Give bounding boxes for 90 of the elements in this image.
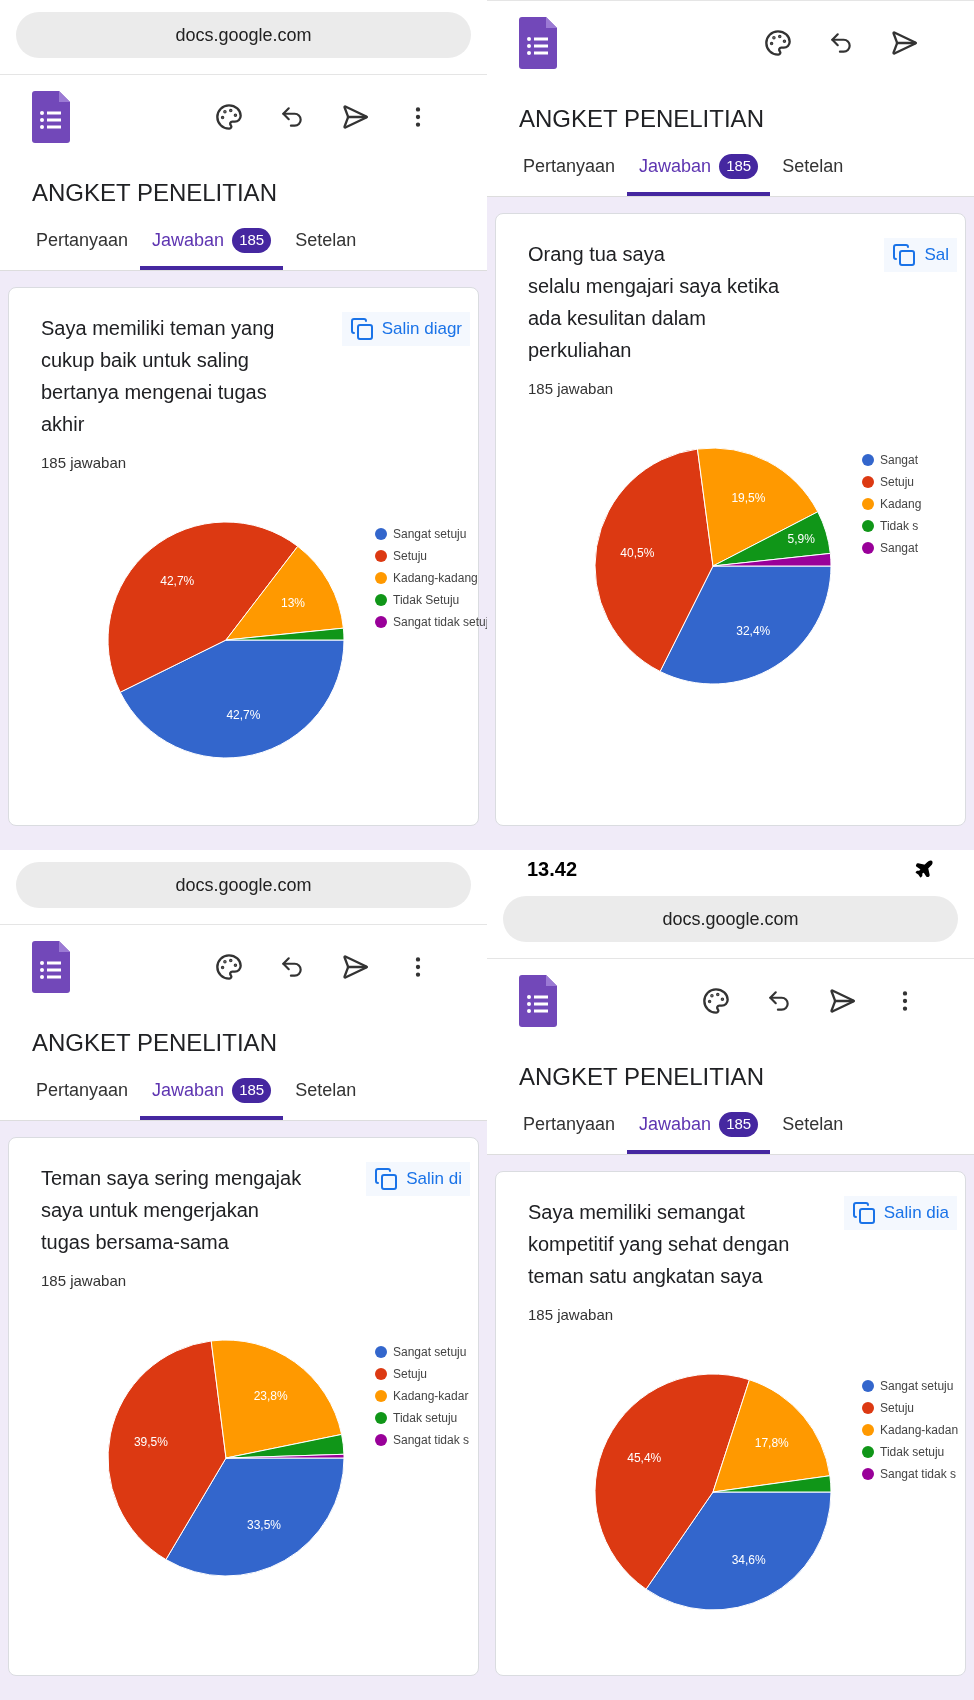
slice-label: 13% xyxy=(280,595,305,610)
count-badge: 185 xyxy=(719,1112,759,1137)
legend-label: Setuju xyxy=(880,473,915,491)
slice-label: 19,5% xyxy=(731,490,766,505)
legend-label: Kadang-kadang xyxy=(393,569,478,587)
tab[interactable]: Setelan xyxy=(283,1073,369,1120)
legend-label: Tidak Setuju xyxy=(393,591,460,609)
tab[interactable]: Pertanyaan xyxy=(24,223,141,270)
copy-icon xyxy=(851,1200,876,1225)
legend-label: Tidak setuju xyxy=(393,1409,458,1427)
legend-label: Kadang-kadan xyxy=(880,1421,959,1439)
copy-icon xyxy=(349,316,374,341)
slice-label: 39,5% xyxy=(133,1434,168,1449)
question-text: Orang tua saya selalu mengajari saya ketika ada kesulitan dalam perkuliahan xyxy=(528,242,781,363)
send-icon[interactable] xyxy=(890,29,918,57)
slice-label: 5,9% xyxy=(787,532,815,546)
palette-icon[interactable] xyxy=(215,103,243,131)
form-title: ANGKET PENELITIAN xyxy=(518,104,765,134)
response-count: 185 jawaban xyxy=(41,1271,128,1291)
palette-icon[interactable] xyxy=(764,29,792,57)
forms-logo-icon xyxy=(519,975,557,1027)
form-title: ANGKET PENELITIAN xyxy=(31,178,278,208)
legend-label: Sangat tidak s xyxy=(880,1465,957,1483)
question-text: Saya memiliki semangat kompetitif yang sehat dengan teman satu angkatan saya xyxy=(528,1200,791,1289)
legend-label: Sangat tidak setuj xyxy=(393,613,487,631)
tab[interactable]: Setelan xyxy=(283,223,369,270)
legend-label: Sangat xyxy=(880,451,919,469)
address-bar[interactable]: docs.google.com xyxy=(16,12,471,58)
forms-logo-icon xyxy=(32,941,70,993)
form-title: ANGKET PENELITIAN xyxy=(31,1028,278,1058)
slice-label: 45,4% xyxy=(627,1450,662,1465)
tab[interactable]: Setelan xyxy=(770,149,856,196)
forms-logo-icon xyxy=(32,91,70,143)
tab[interactable]: Pertanyaan xyxy=(511,149,628,196)
status-time: 13.42 xyxy=(527,857,578,882)
airplane-icon xyxy=(914,859,934,879)
question-text: Saya memiliki teman yang cukup baik untuk saling bertanya mengenai tugas akhir xyxy=(41,316,276,437)
tab[interactable]: Jawaban 185 xyxy=(140,223,284,270)
tab[interactable]: Pertanyaan xyxy=(24,1073,141,1120)
undo-icon[interactable] xyxy=(279,104,305,130)
legend-label: Setuju xyxy=(880,1399,915,1417)
send-icon[interactable] xyxy=(828,987,856,1015)
address-bar[interactable]: docs.google.com xyxy=(503,896,958,942)
count-badge: 185 xyxy=(232,1078,272,1103)
copy-icon xyxy=(892,242,917,267)
slice-label: 34,6% xyxy=(731,1552,766,1567)
slice-label: 33,5% xyxy=(247,1517,281,1532)
copy-chart-button[interactable]: Salin di xyxy=(366,1162,470,1196)
legend-label: Sangat setuju xyxy=(880,1377,954,1395)
legend-label: Tidak s xyxy=(880,517,919,535)
slice-label: 42,7% xyxy=(160,573,195,588)
copy-icon xyxy=(374,1166,399,1191)
tab[interactable]: Pertanyaan xyxy=(511,1107,628,1154)
form-title: ANGKET PENELITIAN xyxy=(518,1062,765,1092)
response-count: 185 jawaban xyxy=(528,379,615,399)
legend-label: Tidak setuju xyxy=(880,1443,945,1461)
undo-icon[interactable] xyxy=(766,988,792,1014)
legend-label: Sangat tidak s xyxy=(393,1431,470,1449)
forms-logo-icon xyxy=(519,17,557,69)
undo-icon[interactable] xyxy=(279,954,305,980)
legend-label: Kadang xyxy=(880,495,922,513)
slice-label: 17,8% xyxy=(754,1435,789,1450)
legend-label: Setuju xyxy=(393,1365,428,1383)
legend-label: Sangat setuju xyxy=(393,525,467,543)
tab[interactable]: Jawaban 185 xyxy=(140,1073,284,1120)
copy-chart-button[interactable]: Salin dia xyxy=(843,1196,957,1230)
tab[interactable]: Setelan xyxy=(770,1107,856,1154)
count-badge: 185 xyxy=(719,154,759,179)
copy-chart-button[interactable]: Salin diagr xyxy=(341,312,470,346)
palette-icon[interactable] xyxy=(215,953,243,981)
legend-label: Sangat setuju xyxy=(393,1343,467,1361)
legend-label: Setuju xyxy=(393,547,428,565)
send-icon[interactable] xyxy=(341,953,369,981)
response-count: 185 jawaban xyxy=(41,453,128,473)
tab[interactable]: Jawaban 185 xyxy=(627,1107,771,1154)
palette-icon[interactable] xyxy=(702,987,730,1015)
copy-chart-button[interactable]: Sal xyxy=(884,238,957,272)
slice-label: 42,7% xyxy=(226,707,261,722)
legend-label: Sangat xyxy=(880,539,919,557)
response-count: 185 jawaban xyxy=(528,1305,615,1325)
slice-label: 40,5% xyxy=(620,545,655,560)
undo-icon[interactable] xyxy=(828,30,854,56)
address-bar[interactable]: docs.google.com xyxy=(16,862,471,908)
slice-label: 32,4% xyxy=(736,623,771,638)
slice-label: 23,8% xyxy=(253,1388,288,1403)
send-icon[interactable] xyxy=(341,103,369,131)
tab[interactable]: Jawaban 185 xyxy=(627,149,771,196)
legend-label: Kadang-kadar xyxy=(393,1387,469,1405)
question-text: Teman saya sering mengajak saya untuk mengerjakan tugas bersama-sama xyxy=(41,1166,303,1255)
count-badge: 185 xyxy=(232,228,272,253)
